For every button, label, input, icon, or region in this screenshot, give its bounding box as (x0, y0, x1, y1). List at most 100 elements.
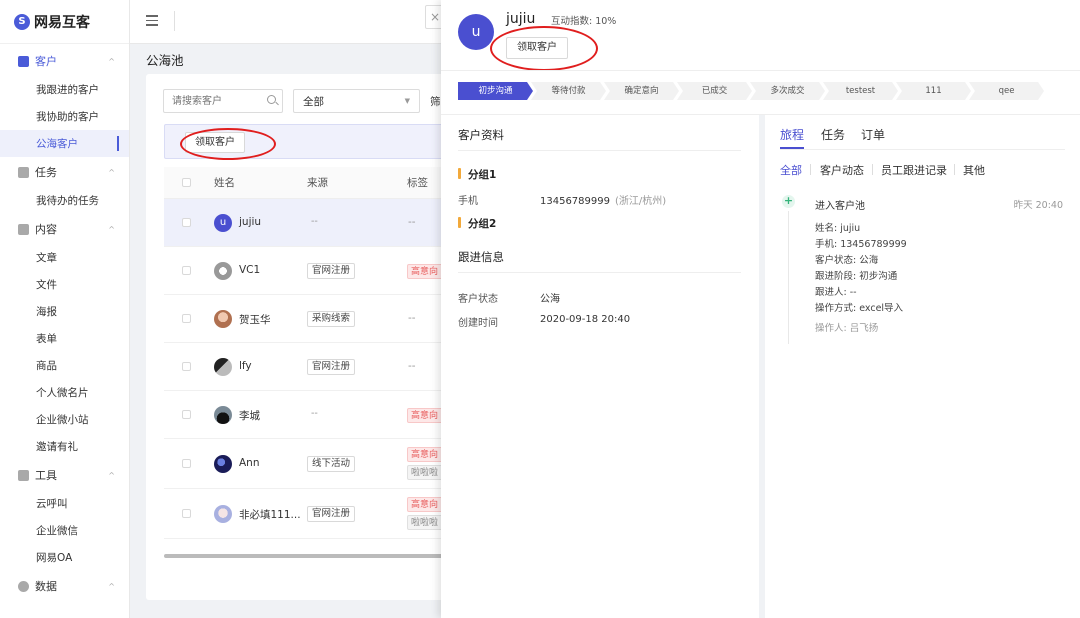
claim-customer-button[interactable]: 领取客户 (185, 132, 245, 153)
sidebar-item-file[interactable]: 文件 (0, 271, 129, 298)
select-all-checkbox[interactable] (182, 178, 191, 187)
phone-number: 13456789999 (540, 196, 610, 207)
tab-journey[interactable]: 旅程 (780, 126, 804, 143)
row-checkbox[interactable] (182, 361, 191, 371)
table-row[interactable]: VC1 官网注册 高意向 (164, 247, 466, 295)
column-name[interactable]: 姓名 (214, 175, 235, 190)
sidebar-item-my-followed[interactable]: 我跟进的客户 (0, 76, 129, 103)
avatar (214, 454, 232, 473)
logo[interactable]: S 网易互客 (0, 0, 129, 44)
row-checkbox[interactable] (182, 265, 191, 275)
stage-step[interactable]: 初步沟通 (458, 82, 533, 100)
menu-fold-icon[interactable] (146, 15, 158, 27)
sidebar-item-my-assisted[interactable]: 我协助的客户 (0, 103, 129, 130)
stage-step[interactable]: 等待付款 (531, 82, 606, 100)
filter-select-value: 全部 (303, 95, 324, 108)
avatar (214, 357, 232, 376)
row-checkbox[interactable] (182, 217, 191, 227)
stage-step[interactable]: qee (969, 82, 1044, 100)
filter-select[interactable]: 全部 ▼ (293, 89, 420, 113)
stage-step[interactable]: testest (823, 82, 898, 100)
subtab-all[interactable]: 全部 (780, 162, 802, 178)
row-checkbox[interactable] (182, 313, 191, 323)
source-value: -- (311, 407, 318, 419)
chevron-up-icon: ^ (108, 167, 115, 177)
customer-avatar: u (458, 14, 494, 50)
column-tags[interactable]: 标签 (407, 175, 428, 190)
customer-name[interactable]: 贺玉华 (239, 312, 271, 327)
sidebar-item-micro-site[interactable]: 企业微小站 (0, 406, 129, 433)
nav-group-task[interactable]: 任务 ^ (0, 157, 129, 187)
subtab-staff-records[interactable]: 员工跟进记录 (881, 162, 947, 178)
sidebar-item-invite[interactable]: 邀请有礼 (0, 433, 129, 460)
tab-task[interactable]: 任务 (821, 126, 845, 143)
timeline-detail: 跟进阶段: 初步沟通 (815, 271, 898, 282)
sidebar-item-oa[interactable]: 网易OA (0, 544, 129, 571)
table-row[interactable]: u jujiu -- -- (164, 199, 466, 247)
table-header: 姓名 来源 标签 (164, 167, 466, 199)
row-checkbox[interactable] (182, 508, 191, 518)
nav-group-label: 工具 (35, 469, 57, 482)
customer-name[interactable]: Ann (239, 457, 260, 469)
created-value: 2020-09-18 20:40 (540, 314, 631, 325)
customer-name[interactable]: 非必填111... (239, 507, 301, 522)
divider (458, 150, 741, 151)
table-row[interactable]: 贺玉华 采购线索 -- (164, 295, 466, 343)
table-row[interactable]: 李城 -- 高意向 (164, 391, 466, 439)
avatar (214, 309, 232, 328)
divider (441, 70, 1080, 71)
stage-step[interactable]: 多次成交 (750, 82, 825, 100)
customer-name[interactable]: VC1 (239, 264, 260, 276)
group-label: 分组2 (458, 216, 496, 231)
section-title-follow: 跟进信息 (458, 250, 504, 264)
customer-pool-card: 全部 ▼ 筛 领取客户 姓名 来源 标签 u jujiu -- -- VC1 官… (146, 74, 466, 600)
nav-group-content[interactable]: 内容 ^ (0, 214, 129, 244)
customer-card-icon (18, 55, 29, 67)
row-checkbox[interactable] (182, 458, 191, 468)
divider (810, 164, 811, 175)
subtab-customer-activity[interactable]: 客户动态 (820, 162, 864, 178)
nav-group-customer[interactable]: 客户 ^ (0, 46, 129, 76)
timeline-detail: 姓名: jujiu (815, 223, 861, 234)
tab-order[interactable]: 订单 (861, 126, 885, 143)
grid-icon (18, 469, 29, 481)
sidebar-item-my-todo[interactable]: 我待办的任务 (0, 187, 129, 214)
logo-text: 网易互客 (34, 14, 90, 31)
stage-step[interactable]: 已成交 (677, 82, 752, 100)
sidebar-item-business-card[interactable]: 个人微名片 (0, 379, 129, 406)
sidebar-item-public-pool[interactable]: 公海客户 (0, 130, 129, 157)
drawer-claim-button[interactable]: 领取客户 (506, 37, 568, 59)
divider (174, 11, 175, 31)
filter-label[interactable]: 筛 (430, 94, 441, 109)
phone-location: (浙江/杭州) (615, 196, 667, 207)
sidebar-item-form[interactable]: 表单 (0, 325, 129, 352)
table-row[interactable]: 非必填111... 官网注册 高意向 啦啦啦 (164, 489, 466, 539)
sidebar-item-cloud-call[interactable]: 云呼叫 (0, 490, 129, 517)
source-value: -- (311, 215, 318, 227)
sidebar-item-article[interactable]: 文章 (0, 244, 129, 271)
sidebar-item-poster[interactable]: 海报 (0, 298, 129, 325)
avatar (214, 405, 232, 424)
search-icon[interactable] (267, 95, 276, 104)
sidebar-item-wecom[interactable]: 企业微信 (0, 517, 129, 544)
customer-name[interactable]: jujiu (239, 216, 261, 228)
sidebar-item-product[interactable]: 商品 (0, 352, 129, 379)
table-row[interactable]: Ann 线下活动 高意向 啦啦啦 (164, 439, 466, 489)
row-checkbox[interactable] (182, 409, 191, 419)
nav-group-tools[interactable]: 工具 ^ (0, 460, 129, 490)
tag-value: -- (408, 311, 416, 324)
section-title-profile: 客户资料 (458, 128, 504, 142)
nav-group-data[interactable]: 数据 ^ (0, 571, 129, 601)
stage-step[interactable]: 111 (896, 82, 971, 100)
subtab-other[interactable]: 其他 (963, 162, 985, 178)
source-tag: 官网注册 (307, 358, 356, 375)
stage-step[interactable]: 确定意向 (604, 82, 679, 100)
horizontal-scrollbar[interactable] (164, 554, 466, 558)
customer-name[interactable]: lfy (239, 360, 252, 372)
column-source[interactable]: 来源 (307, 175, 328, 190)
search-input[interactable] (163, 89, 283, 113)
table-row[interactable]: lfy 官网注册 -- (164, 343, 466, 391)
tag-value: -- (408, 359, 416, 372)
phone-value: 13456789999 (浙江/杭州) (540, 192, 666, 207)
customer-name[interactable]: 李城 (239, 408, 260, 423)
